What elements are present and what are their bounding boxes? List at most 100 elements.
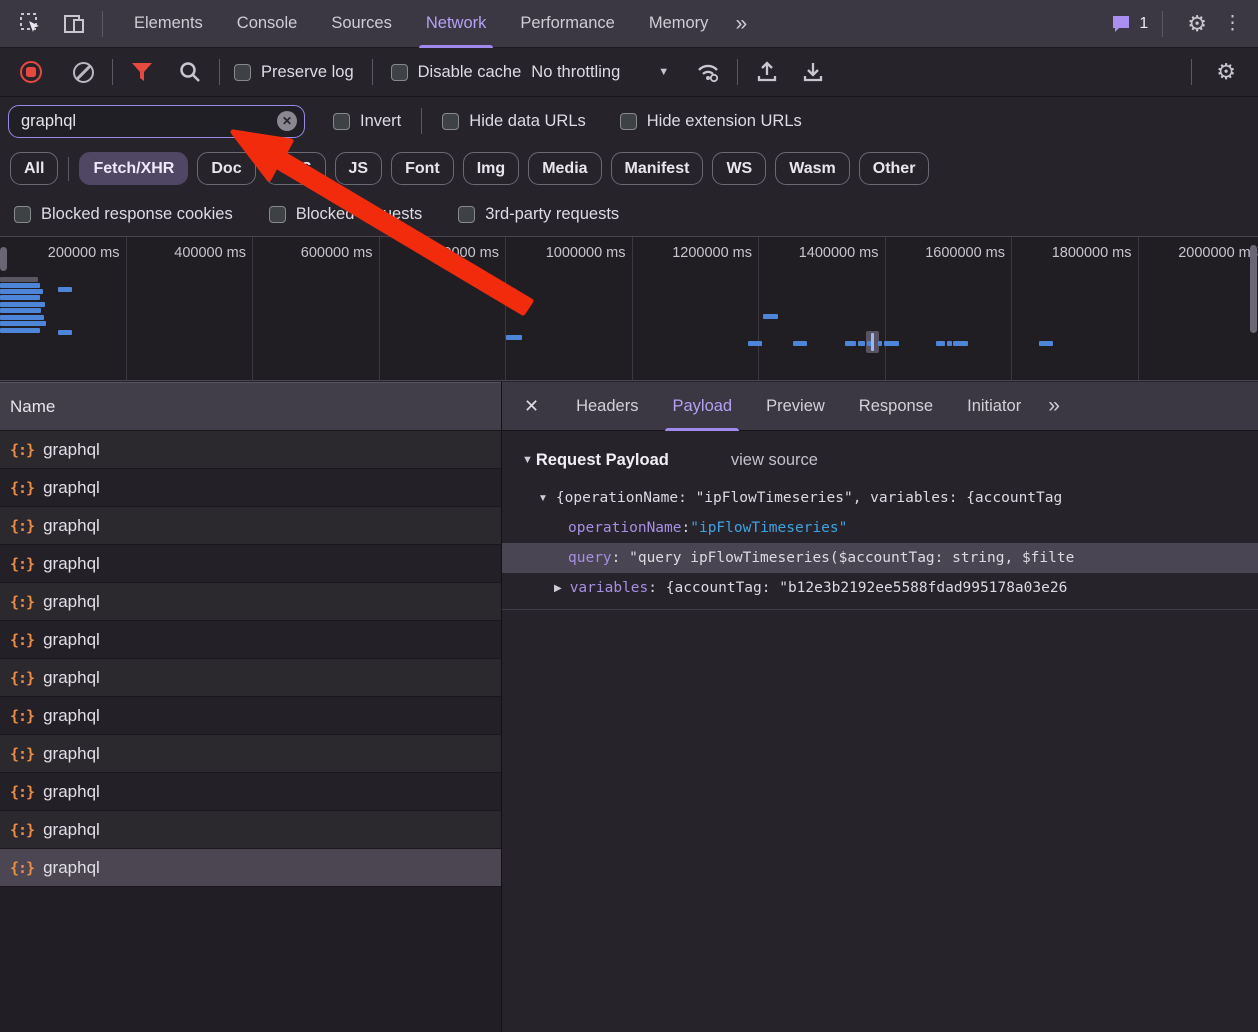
checkbox[interactable]: [458, 206, 475, 223]
devtools-window: ElementsConsoleSourcesNetworkPerformance…: [0, 0, 1258, 1032]
resource-chip-js[interactable]: JS: [335, 152, 383, 185]
hide-extension-urls-checkbox[interactable]: [620, 113, 637, 130]
close-details-icon[interactable]: ✕: [502, 396, 559, 417]
resource-chips: All Fetch/XHR Doc CSS JSFont Img Media Manifest…: [0, 145, 1258, 192]
request-row[interactable]: {:}graphql: [0, 545, 501, 583]
checkbox-label: Blocked requests: [296, 205, 423, 224]
throttling-select[interactable]: No throttling ▼: [531, 63, 669, 82]
resource-chip-font[interactable]: Font: [391, 152, 454, 185]
request-payload-title: Request Payload: [536, 451, 669, 470]
timeline-request-bar: [0, 283, 40, 288]
disable-cache-checkbox[interactable]: [391, 64, 408, 81]
request-row[interactable]: {:}graphql: [0, 735, 501, 773]
checkbox[interactable]: [269, 206, 286, 223]
tab-memory[interactable]: Memory: [632, 0, 726, 48]
checkbox[interactable]: [14, 206, 31, 223]
invert-checkbox[interactable]: [333, 113, 350, 130]
request-row[interactable]: {:}graphql: [0, 507, 501, 545]
divider: [502, 609, 1258, 610]
hide-data-urls-checkbox[interactable]: [442, 113, 459, 130]
network-overview-timeline[interactable]: 200000 ms400000 ms600000 ms800000 ms1000…: [0, 236, 1258, 381]
resource-chip-img[interactable]: Img: [463, 152, 519, 185]
request-row[interactable]: {:}graphql: [0, 583, 501, 621]
payload-segment: "ipFlowTimeseries": [690, 520, 847, 536]
timeline-tick-label: 800000 ms: [427, 245, 499, 261]
timeline-request-bar: [0, 328, 40, 333]
resource-chip-ws[interactable]: WS: [712, 152, 766, 185]
hide-extension-urls-label: Hide extension URLs: [647, 112, 802, 131]
clear-filter-icon[interactable]: ✕: [277, 111, 297, 131]
timeline-tick-label: 1600000 ms: [925, 245, 1005, 261]
timeline-column: 800000 ms: [380, 237, 507, 381]
request-row[interactable]: {:}graphql: [0, 659, 501, 697]
resource-chip-css[interactable]: CSS: [265, 152, 326, 185]
filter-funnel-icon[interactable]: [127, 57, 157, 87]
timeline-tick-label: 1000000 ms: [546, 245, 626, 261]
settings-gear-icon[interactable]: ⚙: [1177, 11, 1217, 37]
details-tab-headers[interactable]: Headers: [559, 382, 655, 431]
network-settings-gear-icon[interactable]: ⚙: [1206, 59, 1246, 85]
request-row[interactable]: {:}graphql: [0, 469, 501, 507]
tab-sources[interactable]: Sources: [314, 0, 409, 48]
timeline-column: 2000000 ms: [1139, 237, 1258, 381]
tab-console[interactable]: Console: [220, 0, 315, 48]
network-conditions-icon[interactable]: [693, 57, 723, 87]
resource-chip-wasm[interactable]: Wasm: [775, 152, 850, 185]
clear-network-log-button[interactable]: [68, 57, 98, 87]
resource-chip-fetchxhr[interactable]: Fetch/XHR: [79, 152, 188, 185]
device-toolbar-icon[interactable]: [62, 11, 88, 37]
tab-network[interactable]: Network: [409, 0, 504, 48]
resource-chip-media[interactable]: Media: [528, 152, 601, 185]
timeline-scroll-thumb-left[interactable]: [0, 247, 7, 271]
fetch-xhr-icon: {:}: [10, 707, 34, 725]
payload-line[interactable]: query: "query ipFlowTimeseries($accountT…: [502, 543, 1258, 573]
record-network-log-button[interactable]: [16, 57, 46, 87]
more-tabs-icon[interactable]: »: [725, 12, 755, 36]
payload-line[interactable]: ▼{operationName: "ipFlowTimeseries", var…: [502, 483, 1258, 513]
tab-elements[interactable]: Elements: [117, 0, 220, 48]
request-name: graphql: [43, 820, 100, 840]
preserve-log-checkbox[interactable]: [234, 64, 251, 81]
blocked-filter-item: 3rd-party requests: [458, 205, 619, 224]
payload-panel: ▼ Request Payload view source ▼{operatio…: [502, 431, 1258, 1032]
tab-performance[interactable]: Performance: [503, 0, 631, 48]
kebab-menu-icon[interactable]: ⋮: [1217, 12, 1258, 35]
request-row[interactable]: {:}graphql: [0, 697, 501, 735]
expanded-triangle-icon[interactable]: ▼: [538, 493, 548, 504]
filter-input[interactable]: [9, 112, 304, 131]
request-name: graphql: [43, 554, 100, 574]
timeline-tick-label: 1400000 ms: [799, 245, 879, 261]
resource-chip-manifest[interactable]: Manifest: [611, 152, 704, 185]
issues-button[interactable]: 1: [1110, 13, 1148, 35]
view-source-link[interactable]: view source: [731, 451, 818, 470]
resource-chip-doc[interactable]: Doc: [197, 152, 255, 185]
details-tab-initiator[interactable]: Initiator: [950, 382, 1038, 431]
payload-segment: : {accountTag: "b12e3b2192ee5588fdad9951…: [648, 580, 1067, 596]
timeline-scroll-thumb-right[interactable]: [1250, 245, 1257, 333]
payload-line[interactable]: ▶variables: {accountTag: "b12e3b2192ee55…: [502, 573, 1258, 603]
export-har-icon[interactable]: [798, 57, 828, 87]
name-column-header[interactable]: Name: [0, 382, 501, 431]
fetch-xhr-icon: {:}: [10, 441, 34, 459]
resource-chip-other[interactable]: Other: [859, 152, 930, 185]
inspect-element-icon[interactable]: [18, 11, 44, 37]
search-icon[interactable]: [175, 57, 205, 87]
request-row[interactable]: {:}graphql: [0, 773, 501, 811]
fetch-xhr-icon: {:}: [10, 517, 34, 535]
details-tab-payload[interactable]: Payload: [655, 382, 749, 431]
details-tab-response[interactable]: Response: [842, 382, 950, 431]
more-details-tabs-icon[interactable]: »: [1038, 394, 1068, 418]
request-row[interactable]: {:}graphql: [0, 621, 501, 659]
resource-chip-all[interactable]: All: [10, 152, 58, 185]
request-row[interactable]: {:}graphql: [0, 431, 501, 469]
timeline-request-bar: [878, 341, 882, 346]
request-row[interactable]: {:}graphql: [0, 849, 501, 887]
request-row[interactable]: {:}graphql: [0, 811, 501, 849]
details-tab-preview[interactable]: Preview: [749, 382, 842, 431]
import-har-icon[interactable]: [752, 57, 782, 87]
timeline-request-bar: [884, 341, 899, 346]
collapse-triangle-icon[interactable]: ▼: [522, 454, 533, 466]
requests-table: Name {:}graphql{:}graphql{:}graphql{:}gr…: [0, 382, 502, 1032]
payload-line[interactable]: operationName: "ipFlowTimeseries": [502, 513, 1258, 543]
collapsed-triangle-icon[interactable]: ▶: [554, 583, 562, 594]
